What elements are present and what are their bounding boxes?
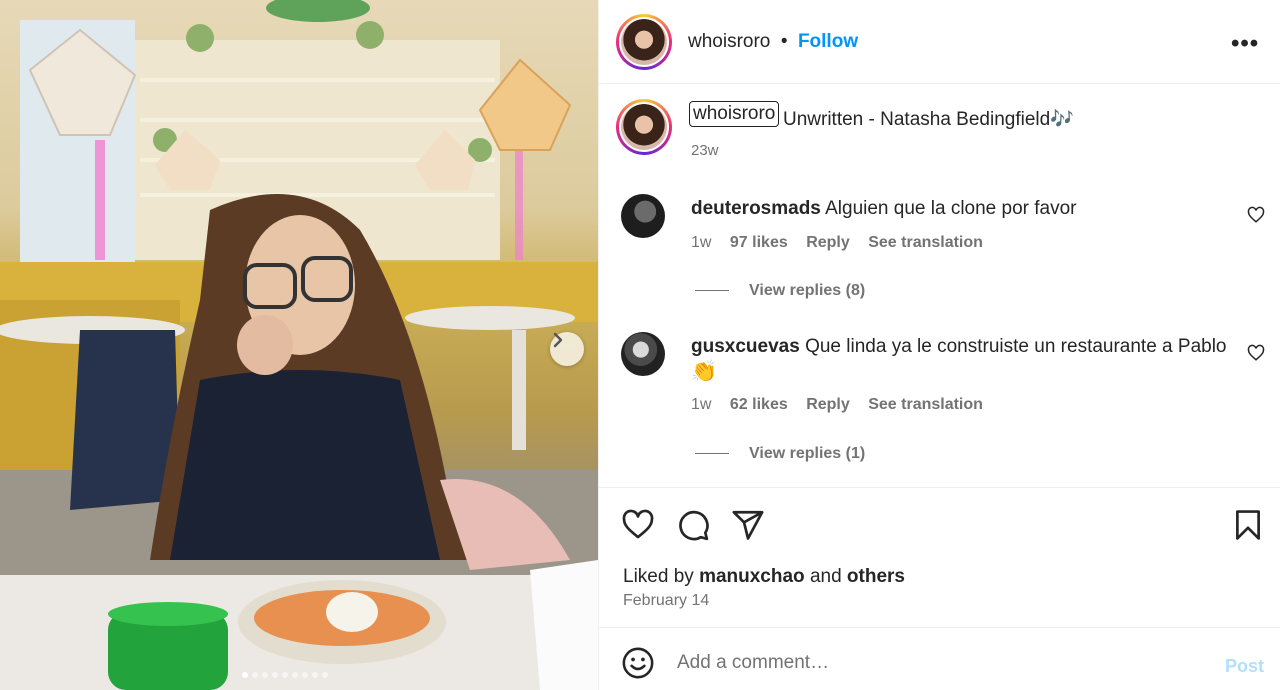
- liked-by-prefix: Liked by: [623, 566, 694, 587]
- carousel-dot: [252, 672, 258, 678]
- comment-body: deuterosmads Alguien que la clone por fa…: [691, 198, 1077, 220]
- carousel-dot: [272, 672, 278, 678]
- carousel-dot: [262, 672, 268, 678]
- comment-likes[interactable]: 62 likes: [730, 396, 788, 413]
- carousel-dot: [292, 672, 298, 678]
- separator-dot: •: [780, 31, 788, 52]
- chevron-right-icon: [553, 332, 563, 348]
- commenter-avatar[interactable]: [621, 332, 665, 376]
- heart-icon[interactable]: [1247, 206, 1265, 224]
- see-translation-button[interactable]: See translation: [868, 234, 983, 251]
- more-options-button[interactable]: •••: [1231, 30, 1259, 58]
- replies-line: [695, 290, 729, 292]
- post-header: whoisroro • Follow •••: [599, 0, 1280, 84]
- comment-meta: 1w 97 likes Reply See translation: [691, 234, 997, 252]
- liked-by-text: Liked by manuxchao and others: [623, 566, 905, 588]
- carousel-dot: [282, 672, 288, 678]
- comments-section: whoisroro Unwritten - Natasha Bedingfiel…: [599, 84, 1280, 488]
- comment-time[interactable]: 1w: [691, 396, 711, 413]
- caption-author-avatar[interactable]: [616, 99, 672, 155]
- comment-bubble-icon[interactable]: [676, 508, 710, 542]
- view-replies-button[interactable]: View replies (1): [695, 445, 865, 463]
- reply-button[interactable]: Reply: [806, 234, 850, 251]
- comment-username[interactable]: deuterosmads: [691, 198, 821, 219]
- post-actions: Liked by manuxchao and others February 1…: [599, 488, 1280, 628]
- comment-emoji: 👏: [691, 360, 718, 383]
- add-comment-bar: Post: [599, 628, 1280, 690]
- comment-username[interactable]: gusxcuevas: [691, 336, 800, 357]
- comment-body: gusxcuevas Que linda ya le construiste u…: [691, 336, 1227, 358]
- comment-text: Alguien que la clone por favor: [825, 198, 1077, 219]
- heart-icon[interactable]: [1247, 344, 1265, 362]
- carousel-dot: [322, 672, 328, 678]
- carousel-dot: [242, 672, 248, 678]
- caption-text: Unwritten - Natasha Bedingfield🎶: [783, 109, 1074, 130]
- comment-time[interactable]: 1w: [691, 234, 711, 251]
- comment-input[interactable]: [677, 648, 1197, 678]
- next-image-button[interactable]: [550, 332, 584, 366]
- post-date[interactable]: February 14: [623, 592, 709, 610]
- view-replies-button[interactable]: View replies (8): [695, 282, 865, 300]
- replies-line: [695, 453, 729, 455]
- author-username[interactable]: whoisroro: [688, 31, 770, 52]
- view-replies-label: View replies (1): [749, 445, 866, 462]
- liked-by-user[interactable]: manuxchao: [699, 566, 805, 587]
- bookmark-icon[interactable]: [1231, 508, 1265, 542]
- share-send-icon[interactable]: [731, 508, 765, 542]
- commenter-avatar[interactable]: [621, 194, 665, 238]
- carousel-dots: [242, 672, 328, 678]
- liked-by-and: and: [809, 566, 842, 587]
- post-photo-illustration: [0, 0, 598, 690]
- follow-button[interactable]: Follow: [798, 31, 858, 52]
- like-heart-icon[interactable]: [621, 508, 655, 542]
- see-translation-button[interactable]: See translation: [868, 396, 983, 413]
- comment-meta: 1w 62 likes Reply See translation: [691, 396, 997, 414]
- post-comment-button[interactable]: Post: [1225, 656, 1264, 677]
- view-replies-label: View replies (8): [749, 282, 866, 299]
- reply-button[interactable]: Reply: [806, 396, 850, 413]
- caption-username[interactable]: whoisroro: [689, 101, 780, 127]
- comment-text: Que linda ya le construiste un restauran…: [805, 336, 1227, 357]
- post-detail-panel: whoisroro • Follow ••• whoisroro Unwritt…: [598, 0, 1280, 690]
- carousel-dot: [312, 672, 318, 678]
- emoji-icon[interactable]: [621, 646, 655, 680]
- author-avatar[interactable]: [616, 14, 672, 70]
- comment-likes[interactable]: 97 likes: [730, 234, 788, 251]
- liked-by-others[interactable]: others: [847, 566, 905, 587]
- post-photo[interactable]: [0, 0, 598, 690]
- carousel-dot: [302, 672, 308, 678]
- caption-timestamp[interactable]: 23w: [691, 142, 719, 159]
